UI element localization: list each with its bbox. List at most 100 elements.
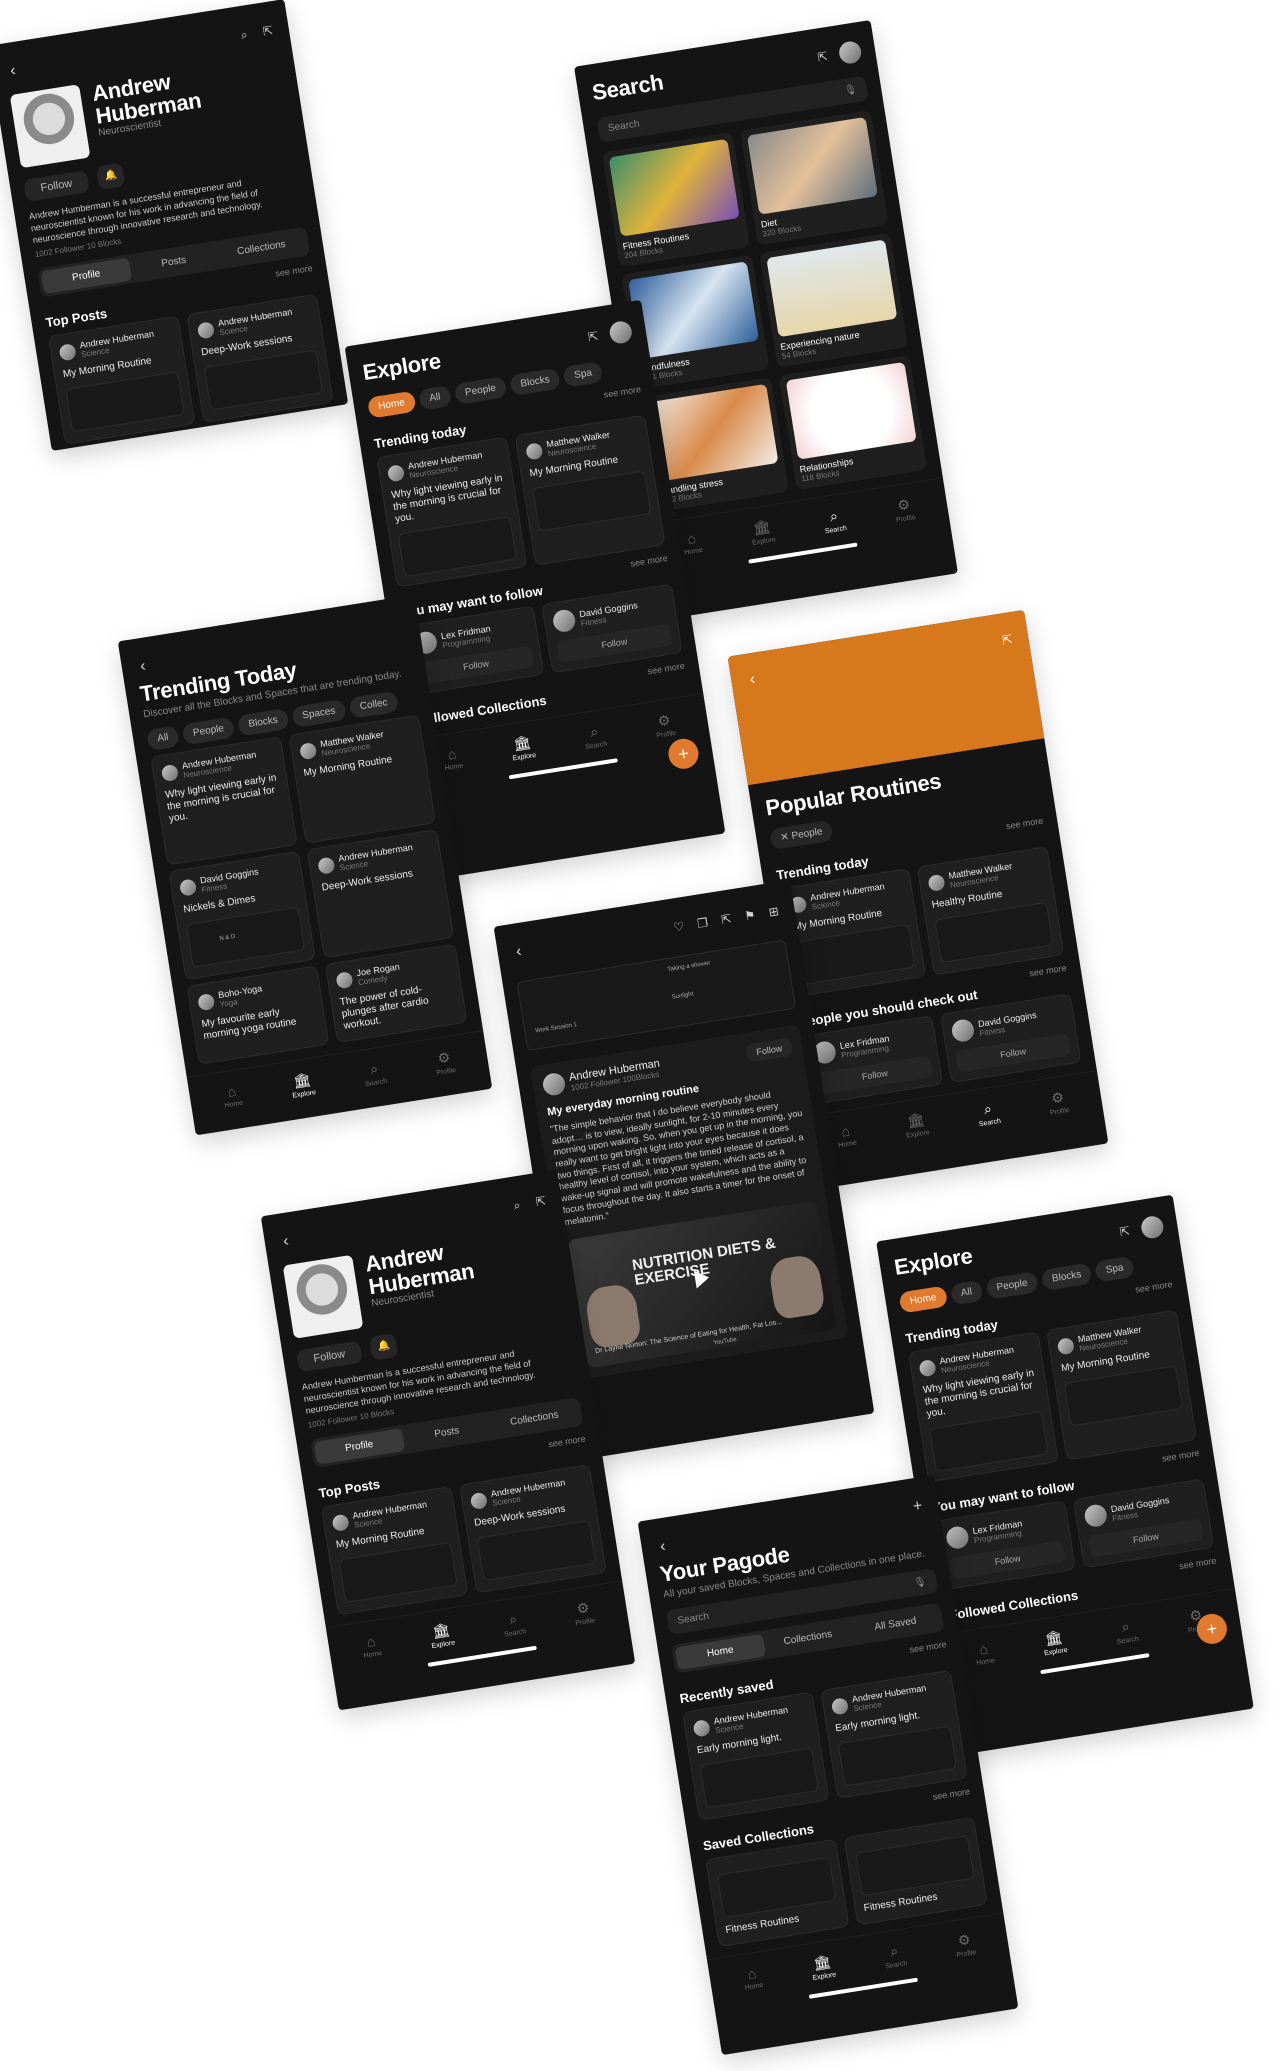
person-card[interactable]: David Goggins Fitness Follow [1072,1478,1215,1569]
tab-search[interactable]: ⌕Search [362,1059,388,1088]
tab-explore[interactable]: 🏛Explore [428,1621,456,1650]
copy-icon[interactable]: ❐ [695,915,711,931]
category-tile[interactable]: Relationships 118 Blocks [778,355,928,491]
post-card[interactable]: Boho-Yoga Yoga My favourite early morning … [186,965,330,1066]
tab-profile[interactable]: ⚙Profile [953,1930,977,1959]
tab-search[interactable]: ⌕Search [501,1610,527,1639]
share-icon[interactable]: ⇱ [533,1194,549,1210]
tab-profile[interactable]: ⚙Profile [893,495,917,524]
video-embed[interactable]: NUTRITION DIETS & EXERCISE Dr Layne Nort… [567,1200,837,1369]
tab-home[interactable]: ⌂ Home [360,1632,383,1661]
tab-profile[interactable]: ⚙Profile [1047,1088,1071,1117]
tab-explore[interactable]: 🏛Explore [155,450,183,452]
tab-home[interactable]: ⌂ Home [681,529,704,558]
back-icon[interactable]: ‹ [745,671,761,689]
tab-search[interactable]: ⌕Search [882,1941,908,1971]
post-card[interactable]: Andrew Huberman Science My Morning Routin… [47,315,196,446]
tab-collections[interactable]: Collections [489,1401,580,1438]
follow-button[interactable]: Follow [23,170,90,203]
post-card[interactable]: Joe Rogan Comedy The power of cold-plunges… [324,943,468,1044]
back-icon[interactable]: ‹ [655,1538,671,1556]
tab-home[interactable]: ⌂ Home [973,1640,996,1669]
tab-explore[interactable]: 🏛Explore [809,1953,837,1982]
avatar[interactable] [837,39,863,66]
person-card[interactable]: Lex Fridman Programming Follow [934,1500,1076,1591]
post-card[interactable]: Andrew Huberman Science Deep-Work session… [186,293,334,424]
filter-spaces[interactable]: Spa [1094,1255,1136,1283]
post-card[interactable]: Andrew Huberman Science My Morning Routin… [320,1486,469,1616]
filter-chip[interactable]: ✕ People [769,819,834,851]
collection-card[interactable]: Fitness Routines [843,1816,988,1926]
search-icon[interactable]: ⌕ [509,1197,525,1213]
tab-collections[interactable]: Collections [216,230,307,267]
filter-people[interactable]: People [453,376,508,405]
category-tile[interactable]: Fitness Routines 204 Blocks [601,131,751,268]
tab-search[interactable]: ⌕Search [1113,1617,1139,1646]
filter-blocks[interactable]: Blocks [509,367,562,397]
post-card[interactable]: Matthew Walker Neuroscience Healthy Routin… [916,846,1065,976]
tab-home[interactable]: ⌂ Home [221,1082,244,1111]
tab-home[interactable]: ⌂ Home [441,745,464,774]
share-icon[interactable]: ⇱ [815,49,831,65]
post-card[interactable]: Andrew Huberman Science Deep-Work session… [459,1464,607,1594]
filter-all[interactable]: All [417,384,452,411]
tab-search[interactable]: ⌕Search [976,1099,1001,1128]
tab-explore[interactable]: 🏛Explore [289,1070,317,1100]
tab-explore[interactable]: 🏛Explore [1041,1628,1069,1657]
tab-explore[interactable]: 🏛Explore [749,517,777,547]
share-icon[interactable]: ⇱ [1117,1224,1133,1240]
tab-profile[interactable]: ⚙Profile [433,1048,457,1077]
back-icon[interactable]: ‹ [135,658,151,676]
filter-all[interactable]: All [949,1279,984,1306]
tab-profile[interactable]: ⚙Profile [572,1599,596,1627]
post-card[interactable]: David Goggins Fitness Nickels & Dimes N & D [168,850,316,981]
tab-posts[interactable]: Posts [401,1415,492,1452]
post-card[interactable]: Andrew Huberman Neuroscience Why light vi… [376,436,528,588]
back-icon[interactable]: ‹ [511,943,527,961]
tab-collections[interactable]: Collections [762,1620,853,1657]
bell-icon[interactable]: 🔔 [369,1332,399,1361]
tab-search[interactable]: ⌕Search [228,439,254,451]
collection-card[interactable]: Fitness Routines [705,1838,850,1948]
filter-blocks[interactable]: Blocks [1040,1262,1093,1292]
share-icon[interactable]: ⇱ [585,329,601,345]
bookmark-icon[interactable]: ⚑ [742,908,758,924]
post-card[interactable]: Matthew Walker Neuroscience My Morning Rou… [288,714,437,844]
post-card[interactable]: Matthew Walker Neuroscience My Morning Rou… [1046,1309,1198,1461]
post-card[interactable]: Matthew Walker Neuroscience My Morning Ro… [514,414,666,566]
share-icon[interactable]: ⇱ [260,23,276,39]
person-card[interactable]: David Goggins Fitness Follow [541,583,683,674]
tab-all-saved[interactable]: All Saved [850,1606,941,1643]
tab-profile[interactable]: Profile [40,257,132,295]
post-card[interactable]: Andrew Huberman Neuroscience Why light vie… [150,736,298,866]
tab-explore[interactable]: 🏛Explore [509,733,537,763]
share-icon[interactable]: ⇱ [718,911,734,927]
play-icon[interactable] [693,1268,711,1289]
follow-button[interactable]: Follow [745,1037,794,1063]
filter-blocks[interactable]: Blocks [237,708,290,737]
mic-icon[interactable]: 🎙 [844,84,858,97]
post-card[interactable]: Andrew Huberman Science Early morning ligh… [820,1669,968,1800]
filter-collections[interactable]: Collec [348,690,400,719]
category-tile[interactable]: Experiencing nature 54 Blocks [759,232,908,368]
filter-home[interactable]: Home [366,390,417,419]
tab-profile[interactable]: ⚙Profile [299,428,323,451]
filter-spaces[interactable]: Spa [562,360,604,388]
tab-home[interactable]: ⌂ Home [835,1122,858,1151]
tab-profile[interactable]: Profile [313,1428,405,1466]
category-tile[interactable]: Diet 320 Blocks [740,110,889,246]
filter-home[interactable]: Home [898,1285,948,1314]
back-icon[interactable]: ‹ [5,62,21,80]
search-icon[interactable]: ⌕ [236,27,252,43]
tab-search[interactable]: ⌕Search [582,722,608,751]
filter-spaces[interactable]: Spaces [290,699,347,729]
share-icon[interactable]: ⇱ [999,632,1015,648]
add-icon[interactable]: ⊞ [766,904,782,920]
avatar[interactable] [608,319,634,345]
post-card[interactable]: Andrew Huberman Science Deep-Work sessions [306,829,455,959]
follow-button[interactable]: Follow [296,1340,363,1373]
avatar[interactable] [1139,1214,1165,1240]
person-card[interactable]: David Goggins Fitness Follow [940,993,1082,1084]
back-icon[interactable]: ‹ [278,1233,294,1251]
tab-posts[interactable]: Posts [128,244,219,281]
